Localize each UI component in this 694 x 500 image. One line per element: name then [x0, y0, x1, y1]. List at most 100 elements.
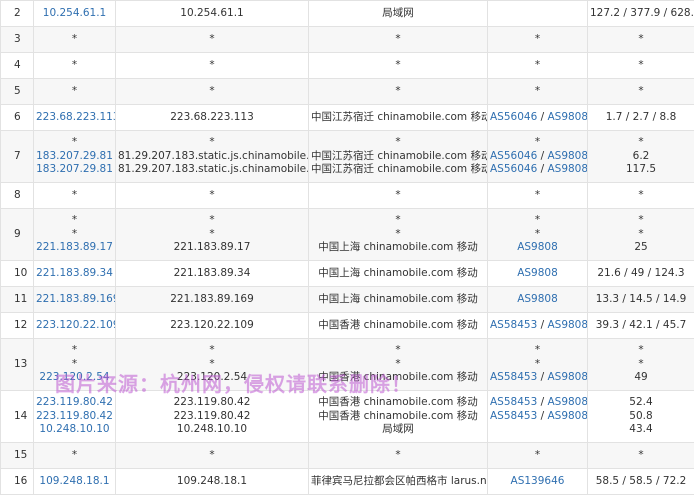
- location: 中国上海 chinamobile.com 移动: [318, 292, 478, 305]
- hop-number: 13: [0, 338, 34, 391]
- ip-link[interactable]: 223.119.80.42: [36, 396, 113, 410]
- hostname: 221.183.89.169: [170, 292, 254, 305]
- ip-link[interactable]: 10.254.61.1: [36, 7, 113, 21]
- ip-link-cell: *: [33, 26, 116, 53]
- asn-link[interactable]: AS9808: [517, 293, 558, 305]
- asn-link[interactable]: AS139646: [511, 475, 565, 487]
- asn-line: AS56046 / AS9808: [490, 163, 587, 177]
- ip-link[interactable]: 223.120.22.109: [36, 319, 115, 333]
- asn-link[interactable]: AS9808: [547, 111, 586, 123]
- latency-cell: * * 49: [587, 338, 694, 391]
- asn-line: AS58453 / AS9808: [490, 371, 587, 385]
- location-cell: * * 中国上海 chinamobile.com 移动: [308, 208, 488, 261]
- location-cell: 局域网: [308, 0, 488, 27]
- ip-link: *: [71, 136, 78, 149]
- hostname: *: [209, 32, 215, 45]
- hostname: 109.248.18.1: [176, 474, 248, 487]
- asn-link[interactable]: AS58453: [490, 319, 537, 331]
- asn-link[interactable]: AS9808: [547, 163, 586, 175]
- hostname: *: [209, 136, 215, 149]
- ip-link-cell: * * 223.120.2.54: [33, 338, 116, 391]
- asn-link[interactable]: AS9808: [547, 410, 586, 422]
- hop-row: 9 * * 221.183.89.17 * * 221.183.89.17 * * 中国上海 ch…: [0, 208, 694, 261]
- asn-link: *: [534, 227, 541, 240]
- hostname: *: [209, 188, 215, 201]
- ip-link[interactable]: 221.183.89.169: [36, 293, 115, 307]
- location: 中国香港 chinamobile.com 移动: [318, 371, 478, 384]
- asn-separator: /: [537, 409, 548, 422]
- asn-cell: [487, 0, 588, 27]
- latency: *: [638, 214, 644, 227]
- location-cell: 中国上海 chinamobile.com 移动: [308, 286, 488, 313]
- location-cell: 中国香港 chinamobile.com 移动 中国香港 chinamobile.…: [308, 390, 488, 443]
- asn-link[interactable]: AS58453: [490, 396, 537, 408]
- asn-link: *: [534, 357, 541, 370]
- hostname-cell: 223.120.22.109: [115, 312, 309, 339]
- latency: 13.3 / 14.5 / 14.9: [595, 292, 687, 305]
- asn-link[interactable]: AS58453: [490, 410, 537, 422]
- latency-cell: *: [587, 182, 694, 209]
- asn-link[interactable]: AS9808: [547, 150, 586, 162]
- ip-link[interactable]: 183.207.29.81: [36, 163, 113, 177]
- location: *: [395, 448, 401, 461]
- latency: *: [638, 227, 644, 240]
- asn-link[interactable]: AS9808: [547, 319, 586, 331]
- ip-link-cell: 223.68.223.113: [33, 104, 116, 131]
- ip-link[interactable]: 223.119.80.42: [36, 410, 113, 424]
- asn-link[interactable]: AS58453: [490, 371, 537, 383]
- asn-line: AS58453 / AS9808: [490, 396, 587, 410]
- ip-link-cell: 223.120.22.109: [33, 312, 116, 339]
- asn-cell: AS58453 / AS9808 AS58453 / AS9808: [487, 390, 588, 443]
- asn-link: *: [534, 84, 541, 97]
- location: 中国香港 chinamobile.com 移动: [318, 396, 478, 409]
- ip-link[interactable]: 10.248.10.10: [36, 423, 113, 437]
- ip-link[interactable]: 221.183.89.34: [36, 267, 113, 281]
- location-cell: *: [308, 182, 488, 209]
- location: 中国江苏宿迁 chinamobile.com 移动: [311, 149, 488, 162]
- hostname-cell: 109.248.18.1: [115, 468, 309, 495]
- asn-link[interactable]: AS9808: [547, 396, 586, 408]
- asn-link: *: [534, 188, 541, 201]
- location: 中国江苏宿迁 chinamobile.com 移动: [311, 110, 488, 123]
- asn-separator: /: [537, 371, 548, 384]
- hostname-cell: *: [115, 26, 309, 53]
- ip-link[interactable]: 223.120.2.54: [36, 371, 113, 385]
- hop-row: 7 * 183.207.29.81 183.207.29.81 * 81.29.207.1…: [0, 130, 694, 183]
- asn-line: *: [490, 344, 585, 358]
- asn-link[interactable]: AS9808: [547, 371, 586, 383]
- latency: 43.4: [629, 423, 653, 436]
- latency-cell: *: [587, 442, 694, 469]
- hop-number: 5: [0, 78, 34, 105]
- latency-cell: * * 25: [587, 208, 694, 261]
- latency-cell: 39.3 / 42.1 / 45.7: [587, 312, 694, 339]
- asn-line: *: [490, 136, 585, 150]
- hop-number: 8: [0, 182, 34, 209]
- hostname-cell: 10.254.61.1: [115, 0, 309, 27]
- asn-link[interactable]: AS56046: [490, 111, 537, 123]
- asn-link[interactable]: AS56046: [490, 163, 537, 175]
- hostname: 221.183.89.17: [173, 241, 251, 254]
- ip-link[interactable]: 109.248.18.1: [36, 475, 113, 489]
- asn-cell: AS58453 / AS9808: [487, 312, 588, 339]
- hostname-cell: 223.68.223.113: [115, 104, 309, 131]
- location: *: [395, 32, 401, 45]
- hostname: 81.29.207.183.static.js.chinamobile.com: [118, 149, 309, 162]
- location: *: [395, 214, 401, 227]
- ip-link[interactable]: 183.207.29.81: [36, 150, 113, 164]
- ip-link: *: [71, 227, 78, 240]
- latency: 21.6 / 49 / 124.3: [597, 266, 685, 279]
- latency: 117.5: [625, 163, 657, 176]
- latency-cell: 21.6 / 49 / 124.3: [587, 260, 694, 287]
- ip-link[interactable]: 221.183.89.17: [36, 241, 113, 255]
- asn-link[interactable]: AS9808: [517, 267, 558, 279]
- latency: 52.4: [629, 396, 653, 409]
- asn-line: [490, 423, 585, 437]
- asn-line: *: [490, 85, 585, 99]
- asn-link[interactable]: AS9808: [517, 241, 558, 253]
- asn-link[interactable]: AS56046: [490, 150, 537, 162]
- ip-link[interactable]: 223.68.223.113: [36, 111, 115, 125]
- asn-line: *: [490, 214, 585, 228]
- latency: *: [638, 344, 644, 357]
- latency-cell: * 6.2 117.5: [587, 130, 694, 183]
- hop-number: 16: [0, 468, 34, 495]
